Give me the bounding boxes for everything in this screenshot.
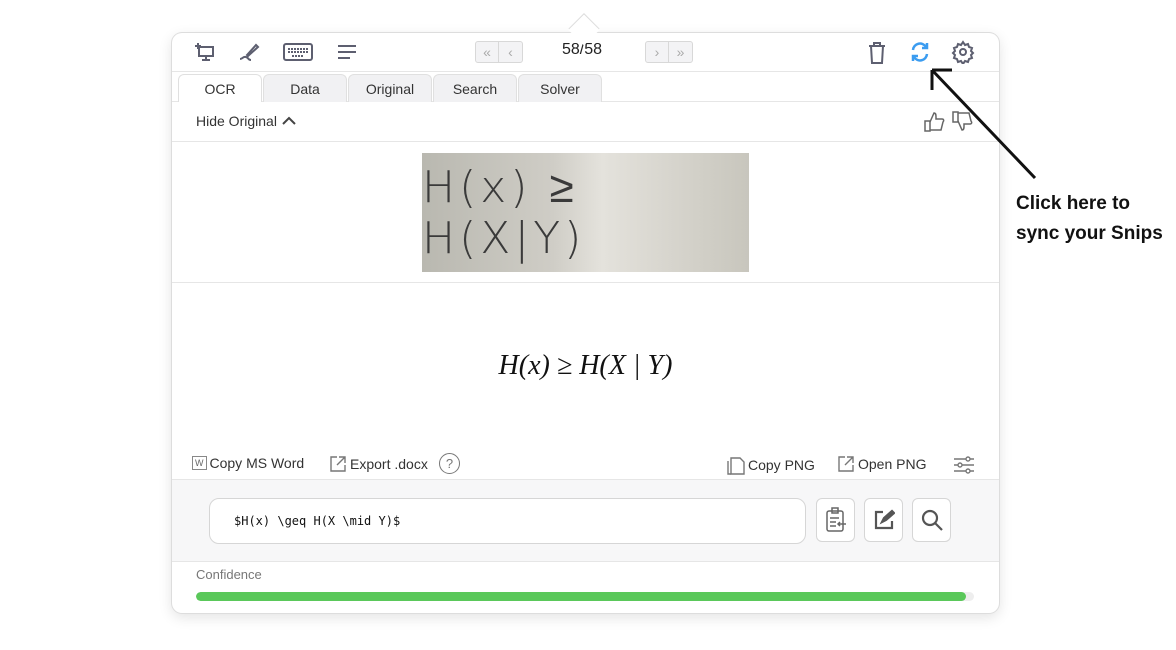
- annotation-text: Click here to sync your Snips: [1016, 193, 1163, 244]
- annotation-arrow: [930, 68, 1037, 180]
